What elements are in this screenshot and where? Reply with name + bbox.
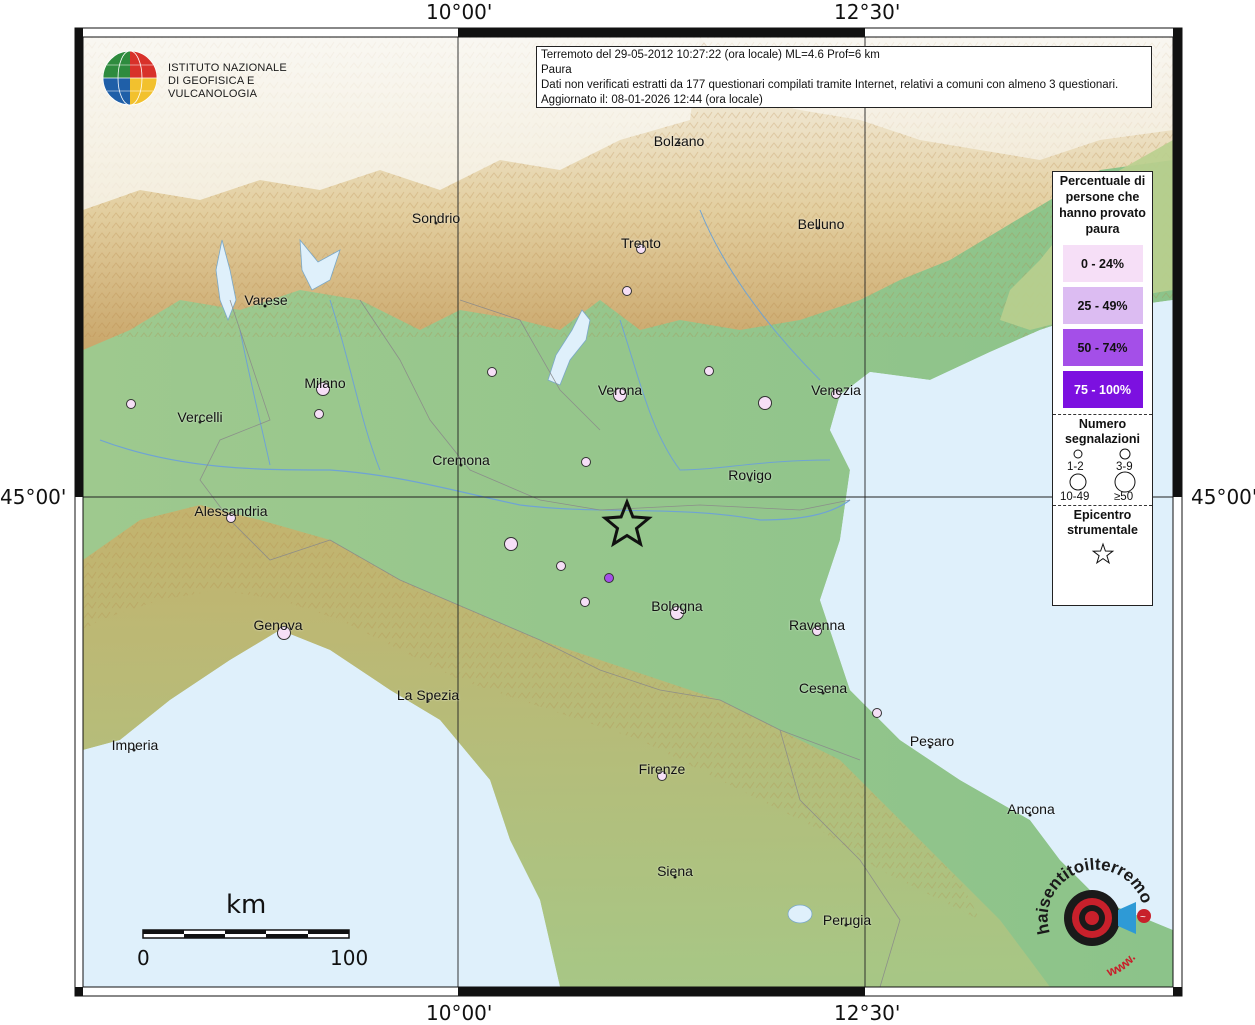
observation-marker[interactable]: [581, 457, 591, 467]
city-label-cesena: Cesena: [798, 680, 848, 696]
city-label-belluno: Belluno: [797, 216, 845, 232]
city-label-venezia: Venezia: [811, 382, 861, 398]
svg-text:~: ~: [1140, 912, 1146, 923]
legend-bin-2: 50 - 74%: [1062, 329, 1143, 366]
data-disclaimer: Dati non verificati estratti da 177 ques…: [541, 79, 1119, 91]
city-label-vercelli: Vercelli: [177, 409, 223, 425]
legend-bin-3: 75 - 100%: [1062, 371, 1143, 408]
epicenter-legend-title: Epicentro strumentale: [1067, 508, 1138, 537]
lon-label-bottom-1: 10°00': [426, 1001, 493, 1025]
city-label-sondrio: Sondrio: [411, 210, 461, 226]
count-legend: 1-2 3-9 10-49 ≥50: [1053, 447, 1152, 505]
observation-marker[interactable]: [126, 399, 136, 409]
city-label-la-spezia: La Spezia: [396, 687, 460, 703]
count-legend-title: Numero segnalazioni: [1064, 417, 1141, 446]
lon-label-top-2: 12°30': [834, 0, 901, 24]
event-header: Terremoto del 29-05-2012 10:27:22 (ora l…: [541, 49, 880, 61]
city-label-genova: Genova: [253, 617, 303, 633]
city-label-varese: Varese: [244, 292, 288, 308]
lon-label-top-1: 10°00': [426, 0, 493, 24]
city-label-verona: Verona: [597, 382, 643, 398]
legend-bin-1: 25 - 49%: [1062, 287, 1143, 324]
city-label-ancona: Ancona: [1007, 801, 1055, 817]
count-label-3: 10-49: [1060, 491, 1090, 503]
observation-marker[interactable]: [314, 409, 324, 419]
count-label-4: ≥50: [1114, 491, 1134, 503]
observation-marker[interactable]: [556, 561, 566, 571]
sentito-badge[interactable]: haisentitoilterremoto.it www. ~: [1025, 843, 1160, 988]
city-label-cremona: Cremona: [432, 452, 490, 468]
update-time: Aggiornato il: 08-01-2026 12:44 (ora loc…: [541, 94, 763, 106]
legend: Percentuale di persone che hanno provato…: [1052, 171, 1153, 606]
www-text: www.: [1104, 950, 1139, 979]
parameter-name: Paura: [541, 64, 572, 76]
city-label-alessandria: Alessandria: [194, 503, 268, 519]
scale-unit: km: [226, 890, 267, 920]
lat-label-left: 45°00': [0, 485, 67, 509]
city-label-firenze: Firenze: [638, 761, 686, 777]
legend-bin-0: 0 - 24%: [1062, 245, 1143, 282]
observation-marker[interactable]: [604, 573, 614, 583]
sentito-logo: haisentitoilterremoto.it www. ~: [1025, 843, 1157, 980]
observation-marker[interactable]: [487, 367, 497, 377]
city-label-milano: Milano: [304, 375, 346, 391]
legend-title: Percentuale di persone che hanno provato…: [1059, 174, 1146, 236]
observation-marker[interactable]: [622, 286, 632, 296]
city-label-trento: Trento: [621, 235, 661, 251]
observation-marker[interactable]: [580, 597, 590, 607]
city-label-ravenna: Ravenna: [788, 617, 846, 633]
observation-marker[interactable]: [504, 537, 518, 551]
logo-line-1: ISTITUTO NAZIONALE: [168, 62, 287, 74]
count-label-1: 1-2: [1067, 461, 1084, 473]
lat-label-right: 45°00': [1191, 485, 1255, 509]
globe-icon: [102, 50, 158, 106]
city-label-siena: Siena: [657, 863, 693, 879]
logo-line-2: DI GEOFISICA E VULCANOLOGIA: [168, 75, 258, 100]
event-info-box: Terremoto del 29-05-2012 10:27:22 (ora l…: [536, 46, 1152, 108]
city-label-pesaro: Pesaro: [909, 733, 955, 749]
scale-max: 100: [330, 946, 369, 970]
city-label-rovigo: Rovigo: [728, 467, 772, 483]
city-label-bologna: Bologna: [651, 598, 703, 614]
lon-label-bottom-2: 12°30': [834, 1001, 901, 1025]
scale-bar: [142, 929, 350, 939]
star-icon: [1091, 542, 1114, 565]
scale-min: 0: [137, 946, 150, 970]
city-label-perugia: Perugia: [822, 912, 872, 928]
city-label-imperia: Imperia: [111, 737, 159, 753]
svg-text:www.: www.: [1104, 950, 1139, 979]
count-label-2: 3-9: [1116, 461, 1133, 473]
observation-marker[interactable]: [758, 396, 772, 410]
city-label-bolzano: Bolzano: [653, 133, 705, 149]
observation-marker[interactable]: [704, 366, 714, 376]
ingv-logo: ISTITUTO NAZIONALE DI GEOFISICA E VULCAN…: [100, 48, 320, 108]
observation-marker[interactable]: [872, 708, 882, 718]
